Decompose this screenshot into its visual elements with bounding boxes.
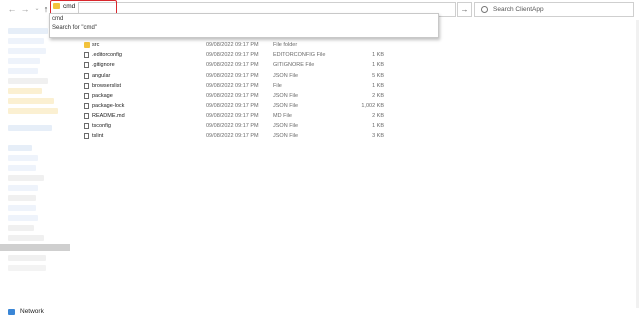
file-size: 1 KB <box>372 123 384 129</box>
nav-item[interactable] <box>8 225 34 231</box>
nav-item[interactable] <box>8 38 44 44</box>
nav-item-selected[interactable] <box>0 244 70 251</box>
nav-item[interactable] <box>8 155 38 161</box>
json-file-icon <box>84 73 89 79</box>
file-size: 2 KB <box>372 113 384 119</box>
suggestion-item[interactable]: Search for "cmd" <box>52 24 97 33</box>
file-icon <box>84 62 89 68</box>
file-name: README.md <box>92 113 125 119</box>
file-type: JSON File <box>273 103 299 109</box>
search-placeholder[interactable]: Search ClientApp <box>493 4 544 15</box>
json-file-icon <box>84 133 89 139</box>
file-name: browserslist <box>92 83 122 89</box>
file-date: 09/08/2022 09:17 PM <box>206 73 259 79</box>
nav-item[interactable] <box>8 108 58 114</box>
nav-item[interactable] <box>8 255 46 261</box>
file-size: 1 KB <box>372 52 384 58</box>
file-row[interactable]: package 09/08/2022 09:17 PM JSON File 2 … <box>84 91 384 101</box>
back-arrow-icon[interactable]: ← <box>6 3 18 15</box>
nav-item[interactable] <box>8 125 52 131</box>
nav-item[interactable] <box>8 58 40 64</box>
nav-item[interactable] <box>8 68 38 74</box>
file-date: 09/08/2022 09:17 PM <box>206 113 259 119</box>
nav-item[interactable] <box>8 165 36 171</box>
file-type: GITIGNORE File <box>273 62 315 68</box>
search-box[interactable]: Search ClientApp <box>474 2 634 17</box>
search-icon <box>481 6 488 13</box>
file-row[interactable]: tsconfig 09/08/2022 09:17 PM JSON File 1… <box>84 121 384 131</box>
file-name: src <box>92 42 100 48</box>
nav-item[interactable] <box>8 28 48 34</box>
file-size: 3 KB <box>372 133 384 139</box>
file-date: 09/08/2022 09:17 PM <box>206 42 259 48</box>
nav-item[interactable] <box>8 185 38 191</box>
file-name: .editorconfig <box>92 52 122 58</box>
json-file-icon <box>84 123 89 129</box>
address-suggestions-dropdown: cmd Search for "cmd" <box>49 13 439 38</box>
suggestion-item[interactable]: cmd <box>52 15 63 24</box>
file-size: 1 KB <box>372 62 384 68</box>
nav-item[interactable] <box>8 205 36 211</box>
file-name: angular <box>92 73 111 79</box>
go-arrow-icon[interactable]: → <box>457 2 472 17</box>
file-date: 09/08/2022 09:17 PM <box>206 52 259 58</box>
nav-item[interactable] <box>8 215 38 221</box>
file-type: MD File <box>273 113 292 119</box>
folder-icon <box>84 42 90 48</box>
json-file-icon <box>84 103 89 109</box>
file-row[interactable]: package-lock 09/08/2022 09:17 PM JSON Fi… <box>84 101 384 111</box>
nav-item[interactable] <box>8 145 32 151</box>
nav-item[interactable] <box>8 78 48 84</box>
file-type: File folder <box>273 42 298 48</box>
forward-arrow-icon[interactable]: → <box>19 3 31 15</box>
file-name: .gitignore <box>92 62 115 68</box>
file-row[interactable]: angular 09/08/2022 09:17 PM JSON File 5 … <box>84 71 384 81</box>
nav-item[interactable] <box>8 265 46 271</box>
nav-item[interactable] <box>8 235 44 241</box>
file-name: tsconfig <box>92 123 111 129</box>
file-name: tslint <box>92 133 104 139</box>
file-row[interactable]: src 09/08/2022 09:17 PM File folder <box>84 40 384 50</box>
nav-item[interactable] <box>8 98 54 104</box>
file-icon <box>84 113 89 119</box>
file-date: 09/08/2022 09:17 PM <box>206 83 259 89</box>
nav-item[interactable] <box>8 88 42 94</box>
nav-item[interactable] <box>8 195 36 201</box>
file-type: JSON File <box>273 123 299 129</box>
file-icon <box>84 52 89 58</box>
file-name: package-lock <box>92 103 125 109</box>
file-date: 09/08/2022 09:17 PM <box>206 93 259 99</box>
nav-item[interactable] <box>8 48 46 54</box>
navigation-pane: Network <box>0 18 70 315</box>
file-row[interactable]: browserslist 09/08/2022 09:17 PM File 1 … <box>84 81 384 91</box>
file-type: JSON File <box>273 73 299 79</box>
file-row[interactable]: tslint 09/08/2022 09:17 PM JSON File 3 K… <box>84 131 384 141</box>
file-date: 09/08/2022 09:17 PM <box>206 123 259 129</box>
vertical-scrollbar[interactable] <box>636 20 639 308</box>
file-date: 09/08/2022 09:17 PM <box>206 62 259 68</box>
file-size: 5 KB <box>372 73 384 79</box>
file-type: JSON File <box>273 93 299 99</box>
file-size: 1,002 KB <box>361 103 384 109</box>
file-row[interactable]: .gitignore 09/08/2022 09:17 PM GITIGNORE… <box>84 60 384 70</box>
file-date: 09/08/2022 09:17 PM <box>206 133 259 139</box>
file-icon <box>84 83 89 89</box>
file-type: JSON File <box>273 133 299 139</box>
nav-item[interactable] <box>8 175 44 181</box>
file-type: File <box>273 83 282 89</box>
file-date: 09/08/2022 09:17 PM <box>206 103 259 109</box>
network-label: Network <box>20 308 44 315</box>
json-file-icon <box>84 93 89 99</box>
file-row[interactable]: README.md 09/08/2022 09:17 PM MD File 2 … <box>84 111 384 121</box>
file-size: 2 KB <box>372 93 384 99</box>
file-size: 1 KB <box>372 83 384 89</box>
file-type: EDITORCONFIG File <box>273 52 326 58</box>
file-row[interactable]: .editorconfig 09/08/2022 09:17 PM EDITOR… <box>84 50 384 60</box>
file-name: package <box>92 93 113 99</box>
